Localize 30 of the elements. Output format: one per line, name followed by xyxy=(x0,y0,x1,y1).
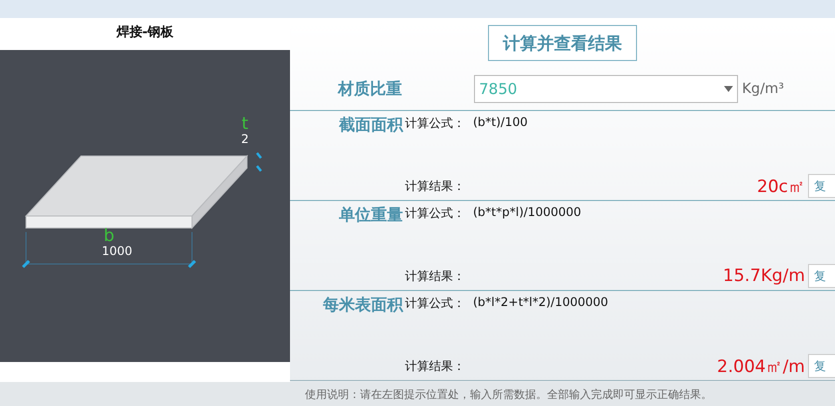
unit-label: Kg/m³ xyxy=(742,81,784,97)
thickness-marker xyxy=(256,152,262,172)
formula-text: (b*t*p*l)/1000000 xyxy=(473,205,582,219)
panel-title: 焊接-钢板 xyxy=(115,24,175,42)
formula-text: (b*t)/100 xyxy=(473,115,528,129)
formula-text: (b*l*2+t*l*2)/1000000 xyxy=(473,295,608,309)
formula-label: 计算公式： xyxy=(405,205,465,222)
result-value: 15.7Kg/m xyxy=(722,266,805,286)
usage-note: 使用说明：请在左图提示位置处，输入所需数据。全部输入完成即可显示正确结果。 xyxy=(305,386,712,402)
formula-label: 计算公式： xyxy=(405,115,465,132)
dimension-value: 2 xyxy=(241,132,249,146)
result-label: 计算结果： xyxy=(405,268,465,284)
density-label: 材质比重 xyxy=(336,78,403,100)
result-section-label: 单位重量 xyxy=(338,205,404,226)
result-value: 20c㎡ xyxy=(757,176,805,198)
formula-label: 计算公式： xyxy=(405,295,465,312)
copy-button[interactable]: 复 xyxy=(808,264,835,288)
result-section-label: 每米表面积 xyxy=(322,295,404,316)
calculate-button[interactable]: 计算并查看结果 xyxy=(488,25,637,61)
caret-icon xyxy=(724,86,733,92)
dimension-symbol: t xyxy=(242,114,248,134)
result-label: 计算结果： xyxy=(405,178,465,194)
result-label: 计算结果： xyxy=(405,358,465,374)
dimension-value: 1000 xyxy=(102,244,132,258)
result-section-label: 截面面积 xyxy=(338,115,404,136)
density-select[interactable]: 7850 xyxy=(474,75,738,103)
copy-button[interactable]: 复 xyxy=(808,174,835,198)
result-value: 2.004㎡/m xyxy=(717,356,805,378)
dimension-symbol: b xyxy=(104,226,114,246)
copy-button[interactable]: 复 xyxy=(808,354,835,378)
